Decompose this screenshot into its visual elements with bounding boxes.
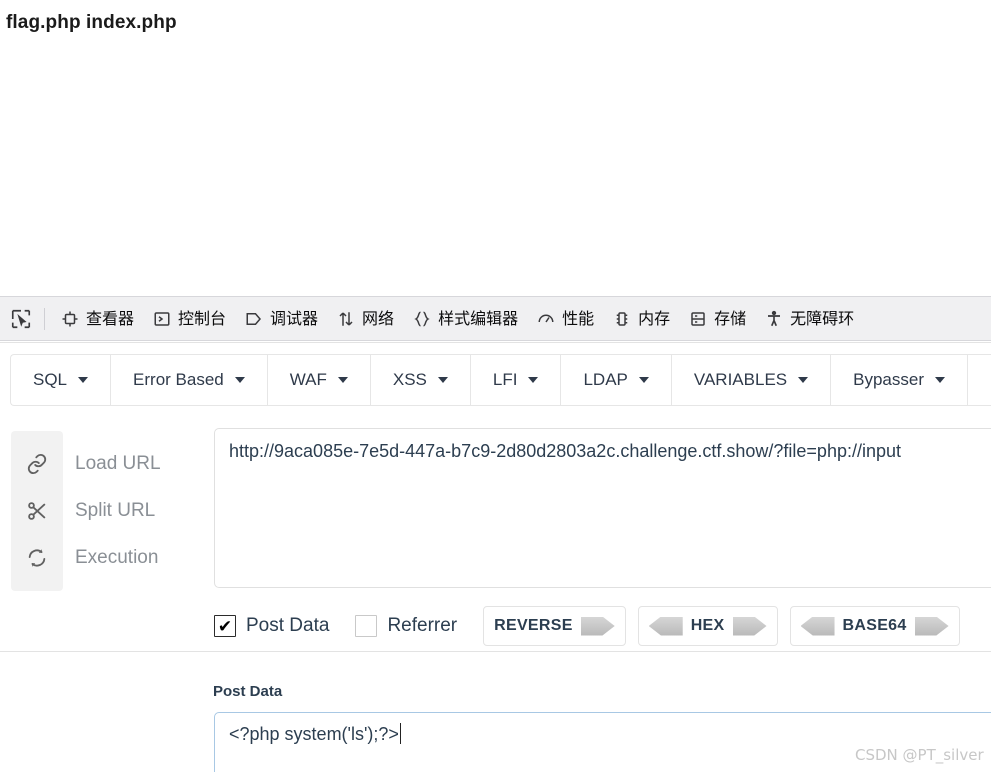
chevron-down-icon <box>528 377 539 383</box>
screenshot-root: flag.php index.php 查看器 控制台 调试器 网络 样式编辑器 … <box>0 0 991 772</box>
chevron-down-icon <box>337 377 348 383</box>
execution-label[interactable]: Execution <box>75 543 205 573</box>
base64-button[interactable]: BASE64 <box>789 606 960 646</box>
post-data-checkbox-label: Post Data <box>246 615 330 636</box>
performance-icon <box>536 309 556 329</box>
post-data-section-label: Post Data <box>213 683 283 700</box>
memory-icon <box>612 309 632 329</box>
tab-inspector-label: 查看器 <box>86 308 135 328</box>
menu-xss[interactable]: XSS <box>369 354 470 406</box>
tab-performance[interactable]: 性能 <box>527 302 603 336</box>
menu-bypasser-label: Bypasser <box>853 370 924 389</box>
referrer-checkbox-wrap[interactable]: Referrer <box>355 615 457 637</box>
arrow-left-icon[interactable] <box>648 616 683 636</box>
tab-style-editor[interactable]: 样式编辑器 <box>403 302 527 336</box>
post-data-checkbox[interactable]: ✔ <box>214 615 236 637</box>
tab-accessibility[interactable]: 无障碍环 <box>755 302 863 336</box>
tab-memory[interactable]: 内存 <box>603 302 679 336</box>
menu-lfi-label: LFI <box>492 370 518 389</box>
tab-network-label: 网络 <box>362 308 395 328</box>
tab-storage[interactable]: 存储 <box>679 302 755 336</box>
devtools-toolbar: 查看器 控制台 调试器 网络 样式编辑器 性能 内存 存储 无障碍环 <box>0 296 991 341</box>
base64-button-label: BASE64 <box>842 617 907 634</box>
hackbar-action-labels: Load URL Split URL Execution <box>75 431 205 591</box>
text-cursor-icon <box>399 723 401 744</box>
menu-sql[interactable]: SQL <box>10 354 111 406</box>
menu-sql-label: SQL <box>33 370 68 389</box>
tab-storage-label: 存储 <box>714 308 747 328</box>
post-data-value: <?php system('ls');?> <box>229 724 399 744</box>
link-icon[interactable] <box>22 449 52 479</box>
accessibility-icon <box>764 309 784 329</box>
menu-error-based-label: Error Based <box>133 370 224 389</box>
tab-performance-label: 性能 <box>562 308 595 328</box>
style-editor-icon <box>412 309 432 329</box>
menu-ldap[interactable]: LDAP <box>560 354 671 406</box>
element-picker-icon[interactable] <box>4 302 38 336</box>
refresh-icon[interactable] <box>22 543 52 573</box>
menu-lfi[interactable]: LFI <box>469 354 561 406</box>
hex-button[interactable]: HEX <box>637 606 778 646</box>
tab-style-editor-label: 样式编辑器 <box>438 308 519 328</box>
toolbar-divider <box>44 307 45 330</box>
tab-debugger[interactable]: 调试器 <box>235 302 327 336</box>
tab-network[interactable]: 网络 <box>327 302 403 336</box>
menu-waf-label: WAF <box>289 370 327 389</box>
hackbar-action-icons <box>11 431 63 591</box>
hex-button-label: HEX <box>690 617 725 634</box>
tab-console-label: 控制台 <box>178 308 227 328</box>
arrow-right-icon[interactable] <box>732 616 767 636</box>
reverse-button[interactable]: REVERSE <box>483 606 626 646</box>
debugger-icon <box>244 309 264 329</box>
menu-variables[interactable]: VARIABLES <box>670 354 831 406</box>
menu-waf[interactable]: WAF <box>266 354 370 406</box>
network-icon <box>336 309 356 329</box>
referrer-checkbox-label: Referrer <box>387 615 458 636</box>
chevron-down-icon <box>437 377 448 383</box>
tab-debugger-label: 调试器 <box>270 308 319 328</box>
watermark-text: CSDN @PT_silver <box>855 746 984 764</box>
arrow-right-icon[interactable] <box>914 616 949 636</box>
chevron-down-icon <box>234 377 245 383</box>
menu-ldap-label: LDAP <box>583 370 628 389</box>
tab-inspector[interactable]: 查看器 <box>51 302 143 336</box>
reverse-button-label: REVERSE <box>494 617 573 634</box>
hackbar-menubar: SQL Error Based WAF XSS LFI LDAP VARIABL… <box>10 354 991 406</box>
menu-xss-label: XSS <box>392 370 427 389</box>
arrow-right-icon[interactable] <box>580 616 615 636</box>
chevron-down-icon <box>78 377 89 383</box>
url-input[interactable]: http://9aca085e-7e5d-447a-b7c9-2d80d2803… <box>214 428 991 588</box>
arrow-left-icon[interactable] <box>800 616 835 636</box>
chevron-down-icon <box>638 377 649 383</box>
inspector-icon <box>60 309 80 329</box>
tab-memory-label: 内存 <box>638 308 671 328</box>
split-url-label[interactable]: Split URL <box>75 496 205 526</box>
scissors-icon[interactable] <box>22 496 52 526</box>
storage-icon <box>688 309 708 329</box>
chevron-down-icon <box>798 377 809 383</box>
console-icon <box>152 309 172 329</box>
menu-bypasser[interactable]: Bypasser <box>830 354 967 406</box>
referrer-checkbox[interactable] <box>355 615 378 637</box>
menu-variables-label: VARIABLES <box>693 370 788 389</box>
menu-padding[interactable]: Pa <box>967 354 991 406</box>
load-url-label[interactable]: Load URL <box>75 449 205 479</box>
page-output-text: flag.php index.php <box>6 12 177 33</box>
tab-accessibility-label: 无障碍环 <box>790 308 855 328</box>
hackbar-options-row: ✔ Post Data Referrer REVERSE HEX BASE64 <box>214 605 972 647</box>
post-data-checkbox-wrap[interactable]: ✔ Post Data <box>214 615 329 637</box>
chevron-down-icon <box>935 377 945 383</box>
menu-error-based[interactable]: Error Based <box>110 354 267 406</box>
tab-console[interactable]: 控制台 <box>143 302 235 336</box>
